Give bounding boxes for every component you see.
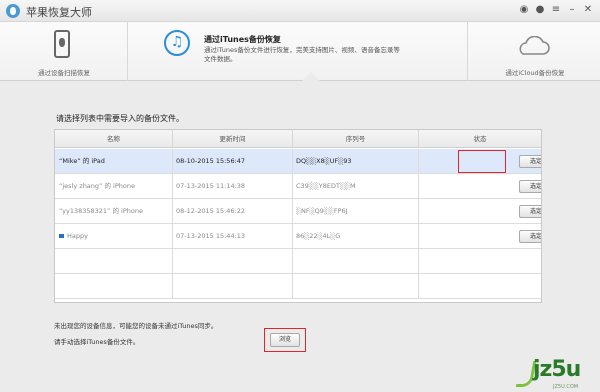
phone-icon (54, 30, 70, 58)
nav-icloud-label: 通过iCloud备份恢复 (505, 69, 565, 77)
manual-select-note: 请手动选择iTunes备份文件。 (54, 338, 140, 346)
select-prompt: 请选择列表中需要导入的备份文件。 (56, 114, 184, 123)
row-name-cell: Happy (55, 224, 173, 249)
lock-icon (59, 234, 64, 238)
table-row[interactable]: “jesly zhang” 的 iPhone 07-13-2015 11:14:… (55, 174, 541, 199)
row-name: Happy (67, 232, 88, 240)
watermark-text: jz5u (533, 357, 581, 382)
row-serial: 86░22░4L░G (293, 224, 419, 249)
row-serial: C39░░Y8EDT░░M (293, 174, 419, 199)
active-tab-caret (302, 72, 320, 81)
title-bar: 苹果恢复大师 ◉ ● ≡ – ✕ (0, 0, 600, 22)
device-missing-note: 未出现您的设备信息，可能您的设备未通过iTunes同步。 (54, 322, 218, 330)
col-status: 状态 (473, 135, 487, 143)
empty-cell (419, 249, 541, 274)
chat-icon[interactable]: ● (534, 4, 546, 16)
empty-cell (173, 249, 293, 274)
row-serial: DQ░░X8░UF░93 (293, 149, 419, 174)
highlight-box (458, 150, 506, 173)
select-button[interactable]: 选定 (519, 155, 541, 168)
table-row[interactable]: “yy138358321” 的 iPhone 08-12-2015 15:46:… (55, 199, 541, 224)
empty-cell (293, 249, 419, 274)
table-header: 名称 更新时间 序列号 状态 (55, 130, 541, 148)
select-button[interactable]: 选定 (519, 230, 541, 243)
row-status: 选定 (419, 199, 541, 224)
row-status: 选定 (419, 224, 541, 249)
nav-device-scan-label: 通过设备扫描恢复 (38, 69, 90, 77)
empty-cell (55, 274, 173, 299)
empty-cell (173, 274, 293, 299)
itunes-music-icon: ♫ (164, 30, 190, 56)
close-icon[interactable]: ✕ (582, 4, 594, 16)
table-row[interactable]: Happy 07-13-2015 15:44:13 86░22░4L░G 选定 (55, 224, 541, 249)
row-time: 07-13-2015 15:44:13 (173, 224, 293, 249)
col-time: 更新时间 (173, 130, 293, 148)
empty-cell (293, 274, 419, 299)
cloud-icon (519, 36, 550, 55)
nav-icloud-backup[interactable]: 通过iCloud备份恢复 (470, 22, 600, 81)
watermark-sub: JZ5U.COM (553, 384, 579, 390)
row-name: “yy138358321” 的 iPhone (55, 199, 173, 224)
row-time: 08-10-2015 15:56:47 (173, 149, 293, 174)
empty-cell (55, 249, 173, 274)
select-button[interactable]: 选定 (519, 205, 541, 218)
select-button[interactable]: 选定 (519, 180, 541, 193)
empty-cell (419, 274, 541, 299)
app-logo-icon (6, 4, 20, 18)
row-status: 选定 (419, 174, 541, 199)
minimize-icon[interactable]: – (566, 4, 578, 16)
menu-icon[interactable]: ≡ (550, 4, 562, 16)
app-title: 苹果恢复大师 (26, 6, 92, 19)
row-serial: ░NF░Q9░░FP6J (293, 199, 419, 224)
row-time: 07-13-2015 11:14:38 (173, 174, 293, 199)
window-controls: ◉ ● ≡ – ✕ (518, 4, 594, 16)
row-name: “jesly zhang” 的 iPhone (55, 174, 173, 199)
nav-itunes-title: 通过iTunes备份恢复 (204, 35, 281, 44)
nav-device-scan[interactable]: 通过设备扫描恢复 (0, 22, 128, 81)
watermark-logo: jz5u JZ5U.COM (515, 355, 600, 392)
empty-row (55, 249, 541, 274)
nav-itunes-backup[interactable]: ♫ 通过iTunes备份恢复 通过iTunes备份文件进行恢复，完美支持图片、视… (130, 22, 468, 81)
weibo-icon[interactable]: ◉ (518, 4, 530, 16)
nav-itunes-desc: 通过iTunes备份文件进行恢复，完美支持图片、视频、语音备忘录等文件数据。 (204, 46, 400, 63)
empty-row (55, 274, 541, 299)
highlight-box (264, 328, 306, 352)
mode-nav: 通过设备扫描恢复 ♫ 通过iTunes备份恢复 通过iTunes备份文件进行恢复… (0, 22, 600, 81)
col-name: 名称 (55, 130, 173, 148)
row-time: 08-12-2015 15:46:22 (173, 199, 293, 224)
row-name: “Mike” 的 iPad (55, 149, 173, 174)
col-serial: 序列号 (293, 130, 419, 148)
app-window: 苹果恢复大师 ◉ ● ≡ – ✕ 通过设备扫描恢复 ♫ 通过iTunes备份恢复… (0, 0, 600, 392)
